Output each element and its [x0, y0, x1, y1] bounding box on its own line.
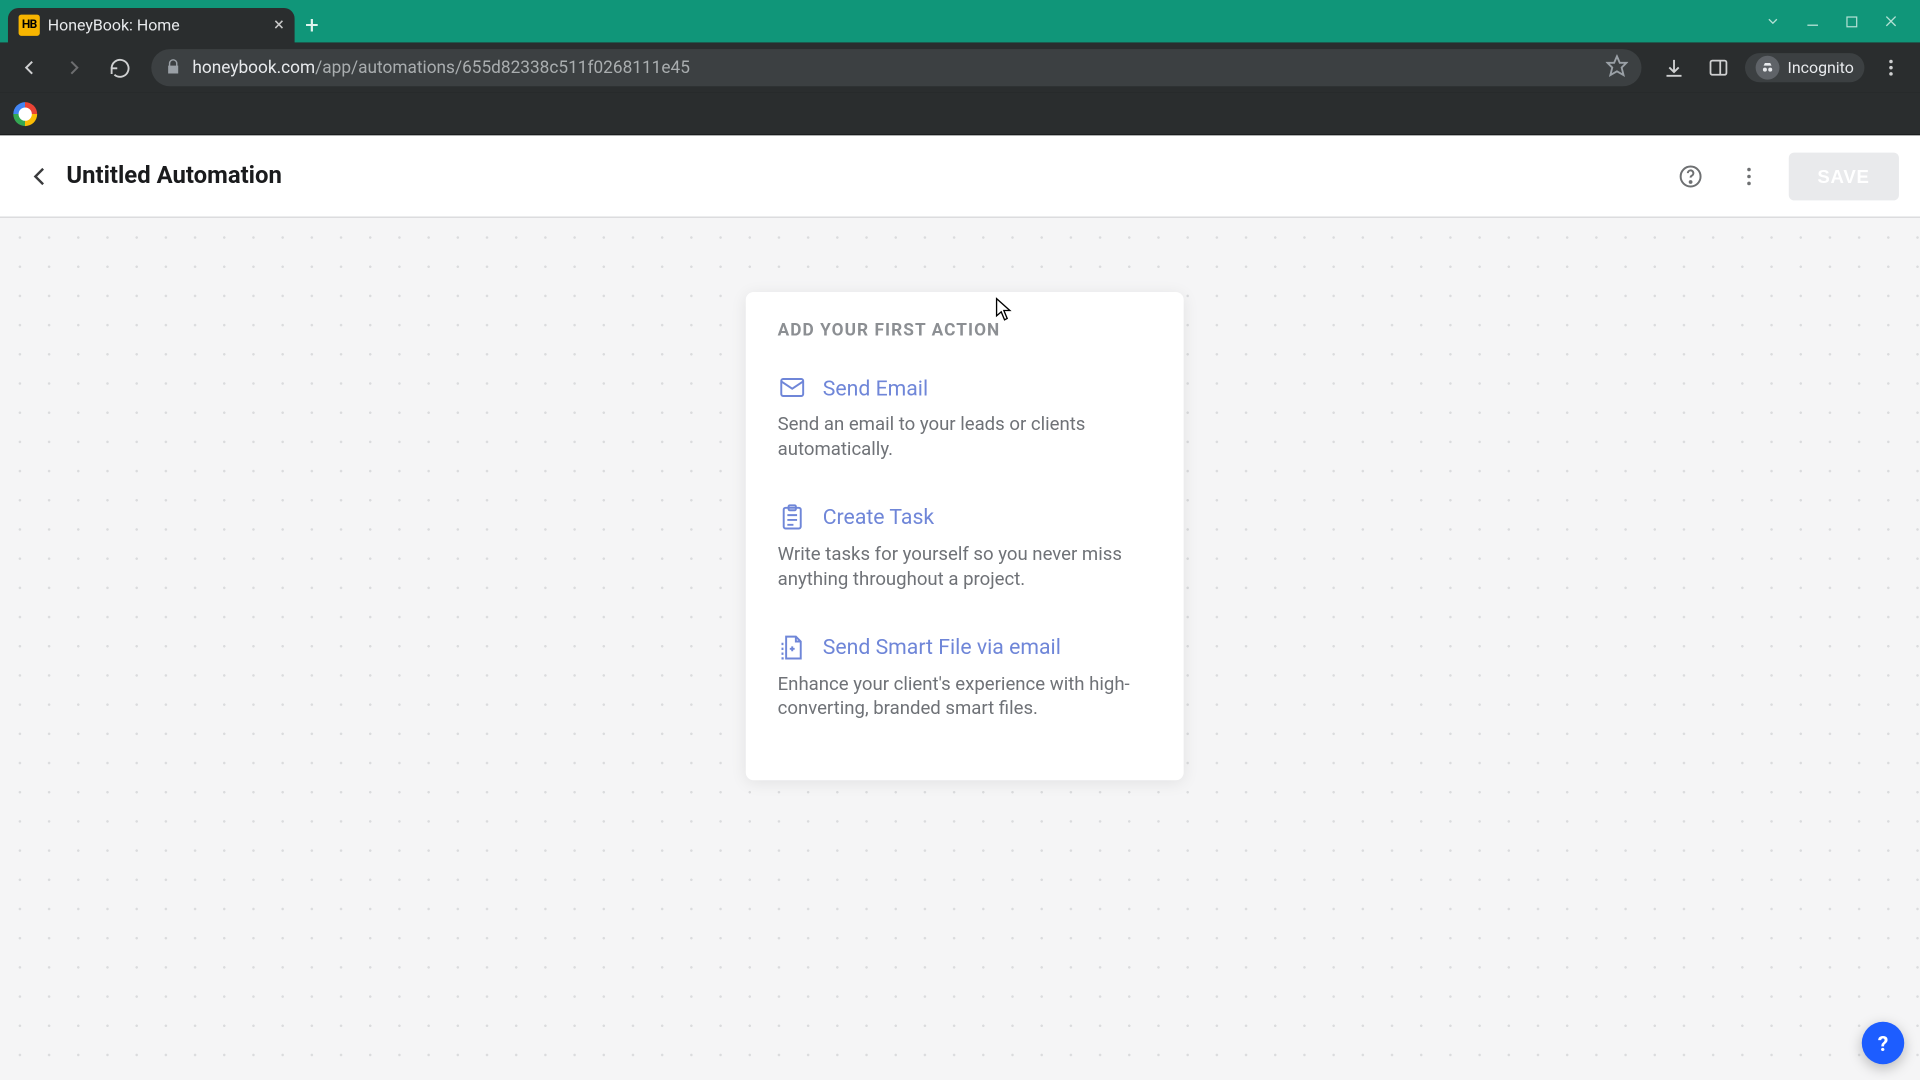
more-menu-icon[interactable] — [1730, 157, 1767, 194]
automation-canvas[interactable]: ADD YOUR FIRST ACTION Send Email Send an… — [0, 218, 1920, 1080]
action-send-email[interactable]: Send Email Send an email to your leads o… — [778, 365, 1152, 487]
reload-button[interactable] — [101, 49, 138, 86]
close-tab-icon[interactable]: × — [274, 15, 284, 36]
url-text: honeybook.com/app/automations/655d82338c… — [192, 58, 689, 78]
browser-tab-title: HoneyBook: Home — [48, 16, 266, 35]
nav-forward-button[interactable] — [56, 49, 93, 86]
bookmark-star-icon[interactable] — [1606, 54, 1629, 82]
help-fab[interactable]: ? — [1862, 1022, 1904, 1064]
action-description: Write tasks for yourself so you never mi… — [778, 542, 1152, 592]
app-header: Untitled Automation SAVE — [0, 135, 1920, 217]
page-title: Untitled Automation — [66, 162, 282, 190]
chevron-down-icon[interactable] — [1765, 9, 1781, 34]
clipboard-icon — [778, 503, 807, 532]
action-description: Send an email to your leads or clients a… — [778, 413, 1152, 463]
help-fab-label: ? — [1878, 1030, 1889, 1055]
maximize-icon[interactable] — [1845, 9, 1860, 34]
save-button[interactable]: SAVE — [1788, 152, 1899, 200]
incognito-icon — [1756, 56, 1780, 80]
new-tab-button[interactable]: + — [295, 8, 330, 43]
favicon-icon: HB — [19, 15, 40, 36]
browser-toolbar: honeybook.com/app/automations/655d82338c… — [0, 42, 1920, 92]
add-action-card: ADD YOUR FIRST ACTION Send Email Send an… — [746, 292, 1184, 781]
help-icon[interactable] — [1671, 157, 1708, 194]
side-panel-icon[interactable] — [1700, 49, 1737, 86]
address-bar[interactable]: honeybook.com/app/automations/655d82338c… — [151, 49, 1641, 86]
action-create-task[interactable]: Create Task Write tasks for yourself so … — [778, 487, 1152, 617]
browser-menu-icon[interactable] — [1872, 49, 1909, 86]
action-description: Enhance your client's experience with hi… — [778, 672, 1152, 722]
file-plus-icon — [778, 632, 807, 661]
email-icon — [778, 373, 807, 402]
nav-back-button[interactable] — [11, 49, 48, 86]
app-back-button[interactable] — [21, 157, 58, 194]
action-title: Send Smart File via email — [823, 634, 1061, 659]
minimize-icon[interactable] — [1805, 9, 1821, 34]
google-bookmark-icon[interactable] — [13, 102, 37, 126]
incognito-label: Incognito — [1788, 58, 1854, 77]
card-heading: ADD YOUR FIRST ACTION — [778, 321, 1152, 341]
lock-icon — [165, 55, 182, 80]
incognito-badge[interactable]: Incognito — [1745, 53, 1864, 82]
action-title: Send Email — [823, 375, 928, 400]
window-close-icon[interactable] — [1883, 9, 1899, 34]
action-title: Create Task — [823, 505, 934, 530]
window-titlebar: HB HoneyBook: Home × + — [0, 0, 1920, 42]
favicon-text: HB — [22, 19, 37, 32]
downloads-icon[interactable] — [1655, 49, 1692, 86]
action-send-smart-file[interactable]: Send Smart File via email Enhance your c… — [778, 616, 1152, 746]
bookmark-bar — [0, 93, 1920, 135]
browser-tab[interactable]: HB HoneyBook: Home × — [8, 8, 295, 43]
